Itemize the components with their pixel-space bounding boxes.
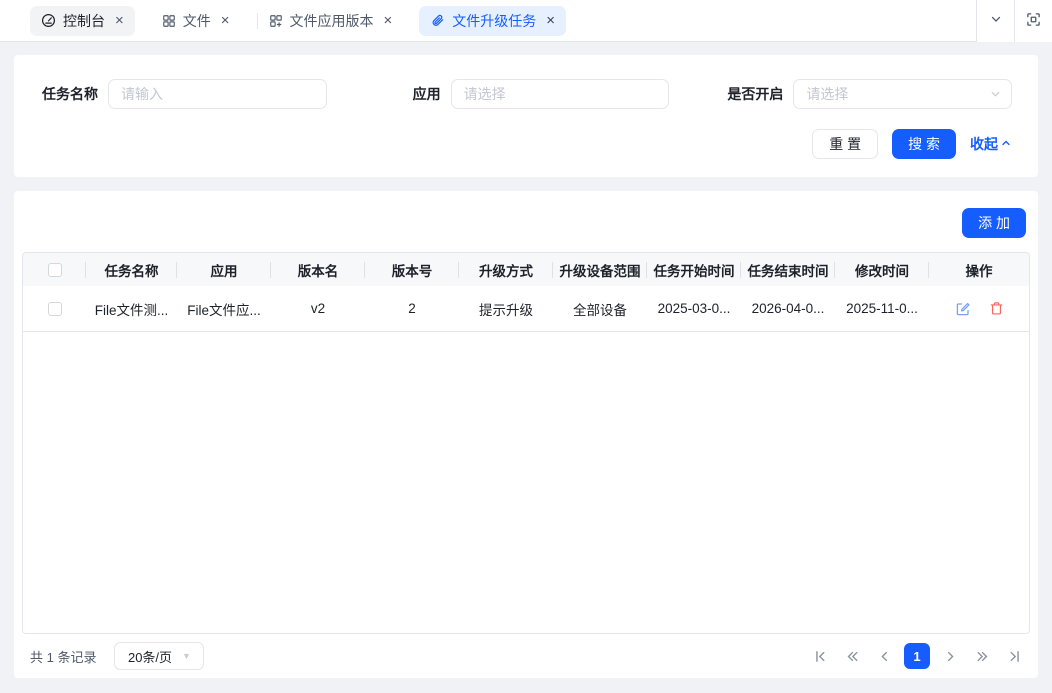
field-app: 应用 xyxy=(383,79,670,109)
current-page[interactable]: 1 xyxy=(904,643,930,669)
header-cell-actions: 操作 xyxy=(929,253,1029,286)
task-list-panel: 添 加 任务名称 应用 版本名 版本号 升级方式 升级设备范围 任务开始时间 任… xyxy=(14,191,1038,678)
enabled-select xyxy=(793,79,1012,109)
tabbar-actions xyxy=(976,0,1052,42)
reset-button[interactable]: 重 置 xyxy=(812,129,878,159)
close-icon[interactable]: × xyxy=(384,13,393,28)
cell-version-number: 2 xyxy=(365,286,459,331)
search-actions: 重 置 搜 索 收起 xyxy=(40,129,1012,159)
cell-end-time: 2026-04-0... xyxy=(741,286,835,331)
next-page-button[interactable] xyxy=(938,644,962,668)
fullscreen-icon xyxy=(1026,12,1041,30)
delete-icon[interactable] xyxy=(989,301,1004,316)
edit-icon[interactable] xyxy=(955,301,971,317)
table-empty-area xyxy=(23,332,1029,633)
tab-files[interactable]: 文件 × xyxy=(151,6,241,36)
cell-device-scope: 全部设备 xyxy=(553,286,647,331)
close-icon[interactable]: × xyxy=(546,13,555,28)
task-name-label: 任务名称 xyxy=(40,84,98,104)
header-cell: 任务开始时间 xyxy=(647,253,741,286)
app-label: 应用 xyxy=(383,84,441,104)
header-cell: 任务结束时间 xyxy=(741,253,835,286)
field-task-name: 任务名称 xyxy=(40,79,327,109)
cell-version-name: v2 xyxy=(271,286,365,331)
prev-5-pages-button[interactable] xyxy=(840,644,864,668)
header-cell: 版本名 xyxy=(271,253,365,286)
row-checkbox[interactable] xyxy=(48,302,62,316)
tab-label: 文件应用版本 xyxy=(290,11,374,31)
cell-actions xyxy=(929,286,1029,331)
field-enabled: 是否开启 xyxy=(725,79,1012,109)
collapse-label: 收起 xyxy=(970,134,998,154)
last-page-button[interactable] xyxy=(1002,644,1026,668)
header-cell: 版本号 xyxy=(365,253,459,286)
close-icon[interactable]: × xyxy=(221,13,230,28)
page-size-select[interactable]: 20条/页 ▼ xyxy=(114,642,204,670)
prev-page-button[interactable] xyxy=(872,644,896,668)
cell-task-name: File文件测... xyxy=(86,286,177,331)
chevron-down-icon xyxy=(989,12,1003,29)
header-cell: 修改时间 xyxy=(835,253,929,286)
fullscreen-button[interactable] xyxy=(1014,0,1052,42)
pagination: 1 xyxy=(808,643,1026,669)
header-cell: 升级设备范围 xyxy=(553,253,647,286)
close-icon[interactable]: × xyxy=(115,13,124,28)
task-name-control xyxy=(108,79,327,109)
collapse-link[interactable]: 收起 xyxy=(970,134,1012,154)
row-cell-checkbox xyxy=(23,286,86,331)
select-all-checkbox[interactable] xyxy=(48,263,62,277)
task-name-input[interactable] xyxy=(108,79,327,109)
page-size-value: 20条/页 xyxy=(128,647,172,666)
app-version-icon xyxy=(269,14,283,28)
grid-icon xyxy=(162,14,176,28)
search-button[interactable]: 搜 索 xyxy=(892,129,956,159)
cell-modify-time: 2025-11-0... xyxy=(835,286,929,331)
table-header-row: 任务名称 应用 版本名 版本号 升级方式 升级设备范围 任务开始时间 任务结束时… xyxy=(23,253,1029,286)
search-panel: 任务名称 应用 是否开启 重 置 搜 索 xyxy=(14,55,1038,177)
tab-file-upgrade-task[interactable]: 文件升级任务 × xyxy=(419,6,566,36)
tab-label: 控制台 xyxy=(63,11,105,31)
search-form: 任务名称 应用 是否开启 xyxy=(40,79,1012,109)
tab-file-app-version[interactable]: 文件应用版本 × xyxy=(258,6,404,36)
dropdown-triangle-icon: ▼ xyxy=(182,651,191,661)
next-5-pages-button[interactable] xyxy=(970,644,994,668)
cell-start-time: 2025-03-0... xyxy=(647,286,741,331)
paperclip-icon xyxy=(430,13,445,28)
table-footer: 共 1 条记录 20条/页 ▼ 1 xyxy=(22,634,1030,678)
chevron-up-icon xyxy=(1000,136,1012,152)
task-table: 任务名称 应用 版本名 版本号 升级方式 升级设备范围 任务开始时间 任务结束时… xyxy=(22,252,1030,634)
tab-list-dropdown-button[interactable] xyxy=(976,0,1014,42)
app-select-input[interactable] xyxy=(451,79,670,109)
dashboard-icon xyxy=(41,13,56,28)
header-cell-checkbox xyxy=(23,253,86,286)
tab-label: 文件升级任务 xyxy=(452,11,536,31)
add-button[interactable]: 添 加 xyxy=(962,208,1026,238)
first-page-button[interactable] xyxy=(808,644,832,668)
table-row: File文件测... File文件应... v2 2 提示升级 全部设备 202… xyxy=(23,286,1029,332)
list-toolbar: 添 加 xyxy=(22,208,1030,238)
enabled-select-input[interactable] xyxy=(793,79,1012,109)
tab-bar: 控制台 × 文件 × 文件应用版本 × xyxy=(0,0,1052,42)
cell-app: File文件应... xyxy=(177,286,271,331)
record-count: 共 1 条记录 xyxy=(30,647,96,666)
header-cell: 任务名称 xyxy=(86,253,177,286)
tab-label: 文件 xyxy=(183,11,211,31)
tab-console[interactable]: 控制台 × xyxy=(30,6,135,36)
enabled-label: 是否开启 xyxy=(725,84,783,104)
app-select xyxy=(451,79,670,109)
header-cell: 应用 xyxy=(177,253,271,286)
cell-upgrade-mode: 提示升级 xyxy=(459,286,553,331)
header-cell: 升级方式 xyxy=(459,253,553,286)
